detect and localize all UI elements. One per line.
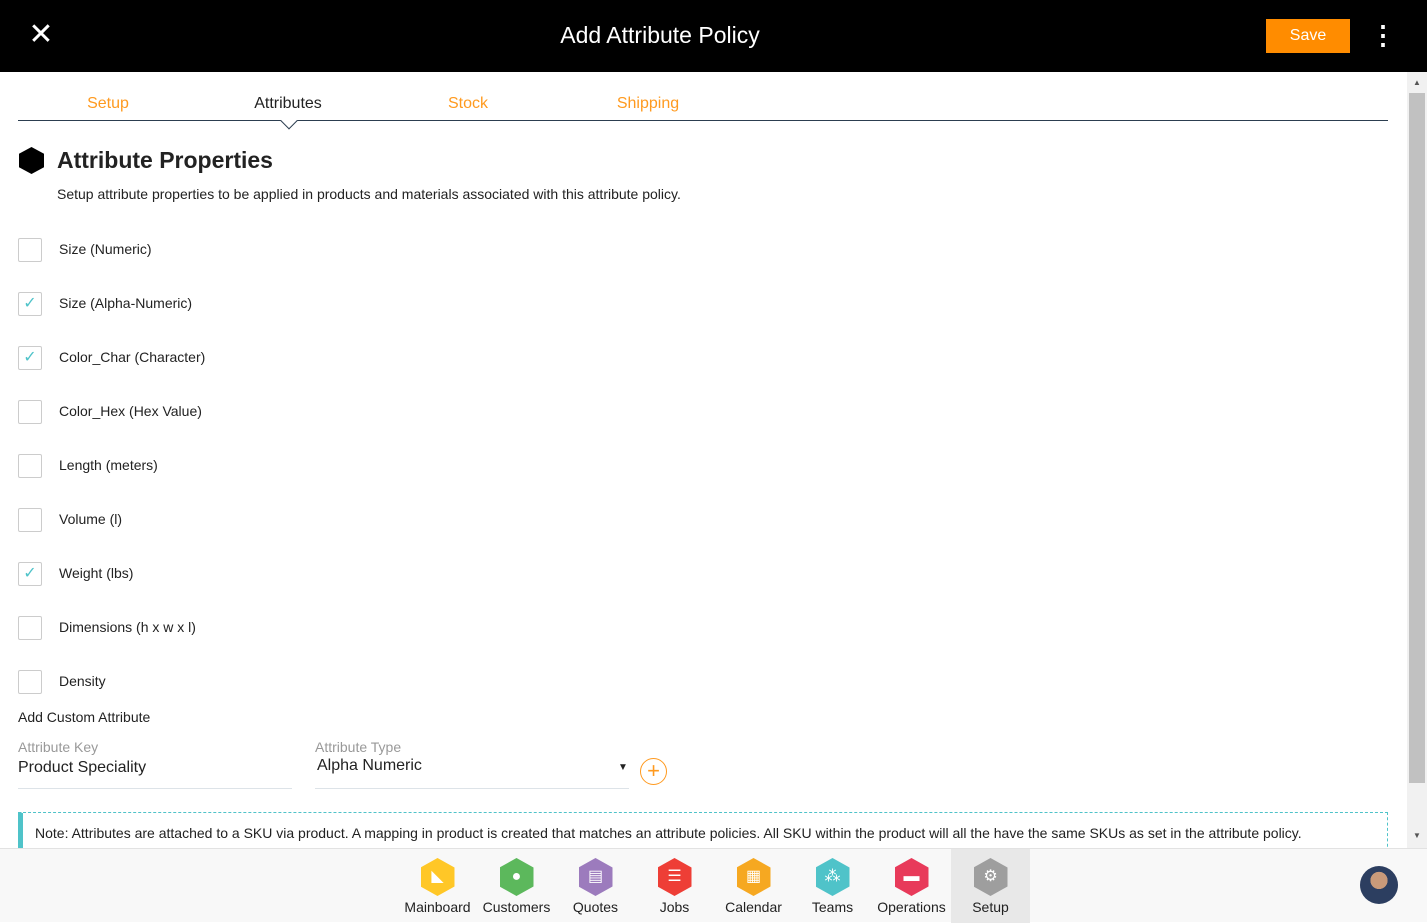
attribute-checkbox[interactable] [18, 670, 42, 694]
calendar-icon: ▦ [736, 858, 771, 896]
dock-label: Jobs [659, 899, 690, 915]
dock-item-mainboard[interactable]: ◣ Mainboard [398, 849, 477, 923]
dock-item-setup[interactable]: ⚙ Setup [951, 849, 1030, 923]
quotes-icon: ▤ [578, 858, 613, 896]
dock-item-customers[interactable]: ● Customers [477, 849, 556, 923]
attribute-checkbox[interactable] [18, 400, 42, 424]
attribute-label: Weight (lbs) [59, 565, 134, 581]
dock-label: Calendar [725, 899, 782, 915]
dock-item-teams[interactable]: ⁂ Teams [793, 849, 872, 923]
tab-shipping[interactable]: Shipping [617, 95, 679, 113]
attribute-key-input[interactable]: Product Speciality [18, 759, 146, 777]
dock-label: Quotes [572, 899, 619, 915]
attribute-key-label: Attribute Key [18, 739, 99, 755]
attribute-type-select[interactable]: Alpha Numeric [317, 757, 422, 775]
tab-stock[interactable]: Stock [448, 95, 488, 113]
dock-item-quotes[interactable]: ▤ Quotes [556, 849, 635, 923]
attribute-type-label: Attribute Type [315, 739, 402, 755]
customer-icon: ● [499, 858, 534, 896]
top-bar: ✕ Add Attribute Policy Save ⋮ [0, 0, 1427, 72]
check-icon: ✓ [23, 295, 37, 312]
dock-label: Teams [811, 899, 854, 915]
note-box: Note: Attributes are attached to a SKU v… [18, 812, 1388, 852]
attribute-type-underline [315, 788, 629, 789]
tab-bar: Setup Attributes Stock Shipping [18, 90, 1388, 130]
dock-label: Mainboard [404, 899, 471, 915]
jobs-icon: ☰ [657, 858, 692, 896]
attribute-label: Size (Alpha-Numeric) [59, 295, 193, 311]
teams-icon: ⁂ [815, 858, 850, 896]
chevron-down-icon[interactable]: ▼ [618, 762, 628, 773]
dock-label: Operations [877, 899, 946, 915]
hexagon-icon [19, 147, 44, 174]
attribute-label: Size (Numeric) [59, 241, 152, 257]
attribute-key-underline [18, 788, 292, 789]
tab-setup[interactable]: Setup [87, 95, 129, 113]
attribute-checkbox[interactable] [18, 616, 42, 640]
mainboard-icon: ◣ [420, 858, 455, 896]
scroll-up-icon[interactable]: ▲ [1407, 78, 1427, 87]
operations-icon: ▬ [894, 858, 929, 896]
scroll-down-icon[interactable]: ▼ [1407, 831, 1427, 840]
section-title: Attribute Properties [57, 147, 273, 173]
attribute-label: Length (meters) [59, 457, 158, 473]
tab-attributes[interactable]: Attributes [254, 95, 322, 113]
attribute-label: Density [59, 673, 106, 689]
dock-item-calendar[interactable]: ▦ Calendar [714, 849, 793, 923]
attribute-checkbox[interactable] [18, 508, 42, 532]
gear-icon: ⚙ [973, 858, 1008, 896]
attribute-checkbox[interactable]: ✓ [18, 562, 42, 586]
check-icon: ✓ [23, 349, 37, 366]
section-description: Setup attribute properties to be applied… [57, 186, 681, 202]
check-icon: ✓ [23, 565, 37, 582]
scrollbar-thumb[interactable] [1409, 93, 1425, 783]
add-attribute-button[interactable]: + [640, 758, 667, 785]
attribute-label: Dimensions (h x w x l) [59, 619, 196, 635]
attribute-label: Color_Hex (Hex Value) [59, 403, 202, 419]
avatar[interactable] [1360, 866, 1398, 904]
bottom-dock: ◣ Mainboard ● Customers ▤ Quotes ☰ Jobs ▦ Calenda… [0, 848, 1427, 923]
more-vert-icon[interactable]: ⋮ [1370, 20, 1396, 52]
attribute-checkbox[interactable]: ✓ [18, 346, 42, 370]
attribute-checkbox[interactable] [18, 238, 42, 262]
attribute-label: Color_Char (Character) [59, 349, 206, 365]
attribute-checkbox[interactable] [18, 454, 42, 478]
dock-item-jobs[interactable]: ☰ Jobs [635, 849, 714, 923]
dock-item-operations[interactable]: ▬ Operations [872, 849, 951, 923]
save-button[interactable]: Save [1266, 19, 1350, 53]
custom-attribute-heading: Add Custom Attribute [18, 709, 151, 725]
active-tab-indicator [280, 112, 298, 130]
page-title: Add Attribute Policy [560, 22, 760, 48]
attribute-checkbox[interactable]: ✓ [18, 292, 42, 316]
dock-label: Customers [482, 899, 551, 915]
dock-label: Setup [972, 899, 1009, 915]
attribute-label: Volume (l) [59, 511, 123, 527]
